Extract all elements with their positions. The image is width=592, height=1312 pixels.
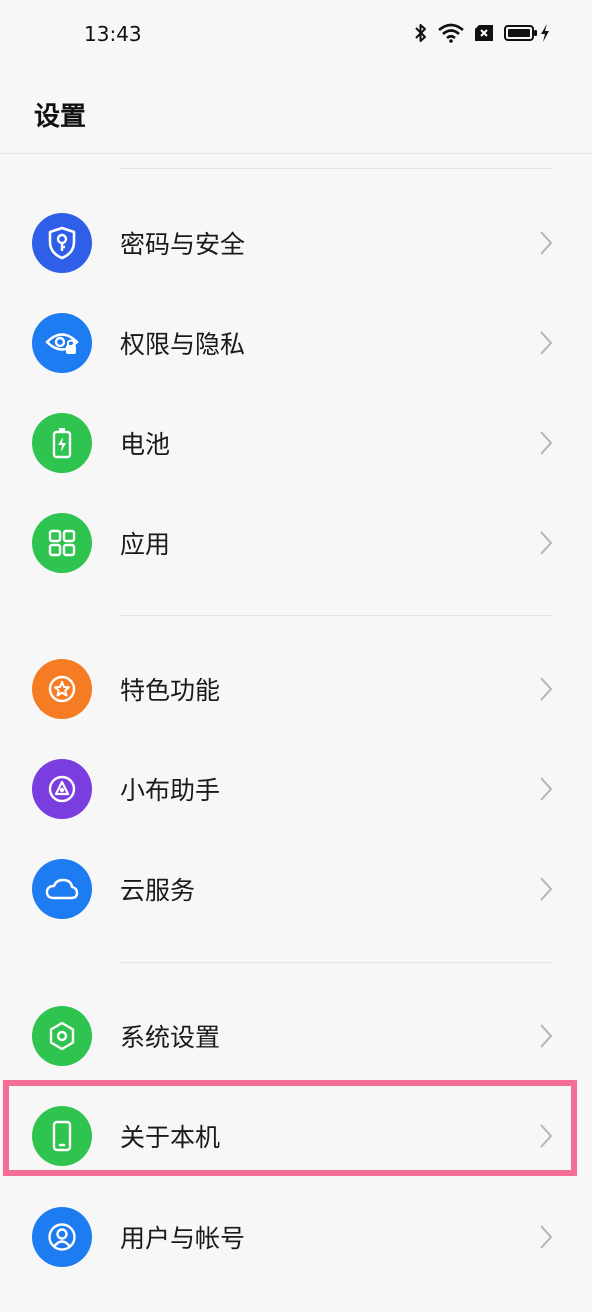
phone-icon <box>32 1106 92 1166</box>
group-divider <box>120 168 552 169</box>
chevron-right-icon <box>540 331 553 355</box>
bluetooth-icon <box>415 24 426 42</box>
apps-grid-icon <box>32 513 92 573</box>
settings-item-users-accounts[interactable]: 用户与帐号 <box>0 1187 592 1287</box>
settings-item-label: 小布助手 <box>120 776 221 805</box>
chevron-right-icon <box>540 677 553 701</box>
group-divider <box>120 962 552 963</box>
settings-item-apps[interactable]: 应用 <box>0 493 592 593</box>
hexagon-gear-icon <box>32 1006 92 1066</box>
settings-item-cloud-service[interactable]: 云服务 <box>0 839 592 939</box>
shield-key-icon <box>32 213 92 273</box>
chevron-right-icon <box>540 1225 553 1249</box>
settings-item-assistant[interactable]: 小布助手 <box>0 739 592 839</box>
settings-item-system-settings[interactable]: 系统设置 <box>0 986 592 1086</box>
battery-icon <box>504 25 537 41</box>
chevron-right-icon <box>540 431 553 455</box>
wifi-icon <box>438 23 464 43</box>
chevron-right-icon <box>540 531 553 555</box>
settings-item-special-features[interactable]: 特色功能 <box>0 639 592 739</box>
assistant-icon <box>32 759 92 819</box>
charging-icon <box>541 24 549 42</box>
settings-item-battery[interactable]: 电池 <box>0 393 592 493</box>
cloud-icon <box>32 859 92 919</box>
settings-item-label: 用户与帐号 <box>120 1224 246 1253</box>
settings-item-label: 电池 <box>120 430 171 459</box>
user-icon <box>32 1207 92 1267</box>
header-divider <box>0 153 592 154</box>
group-divider <box>120 615 552 616</box>
status-time: 13:43 <box>84 22 142 46</box>
chevron-right-icon <box>540 1024 553 1048</box>
chevron-right-icon <box>540 1124 553 1148</box>
settings-item-label: 应用 <box>120 530 171 559</box>
chevron-right-icon <box>540 877 553 901</box>
settings-item-label: 关于本机 <box>120 1123 221 1152</box>
chevron-right-icon <box>540 231 553 255</box>
settings-item-about-phone[interactable]: 关于本机 <box>0 1086 592 1186</box>
settings-item-label: 密码与安全 <box>120 230 246 259</box>
page-title: 设置 <box>34 102 87 132</box>
battery-charge-icon <box>32 413 92 473</box>
settings-item-label: 系统设置 <box>120 1023 221 1052</box>
eye-lock-icon <box>32 313 92 373</box>
star-circle-icon <box>32 659 92 719</box>
settings-item-label: 云服务 <box>120 876 196 905</box>
settings-item-label: 特色功能 <box>120 676 221 705</box>
chevron-right-icon <box>540 777 553 801</box>
status-icons <box>414 22 550 44</box>
settings-item-password-security[interactable]: 密码与安全 <box>0 193 592 293</box>
no-sim-icon <box>475 25 493 41</box>
settings-item-permissions-privacy[interactable]: 权限与隐私 <box>0 293 592 393</box>
status-bar: 13:43 <box>0 0 592 70</box>
settings-item-label: 权限与隐私 <box>120 330 246 359</box>
